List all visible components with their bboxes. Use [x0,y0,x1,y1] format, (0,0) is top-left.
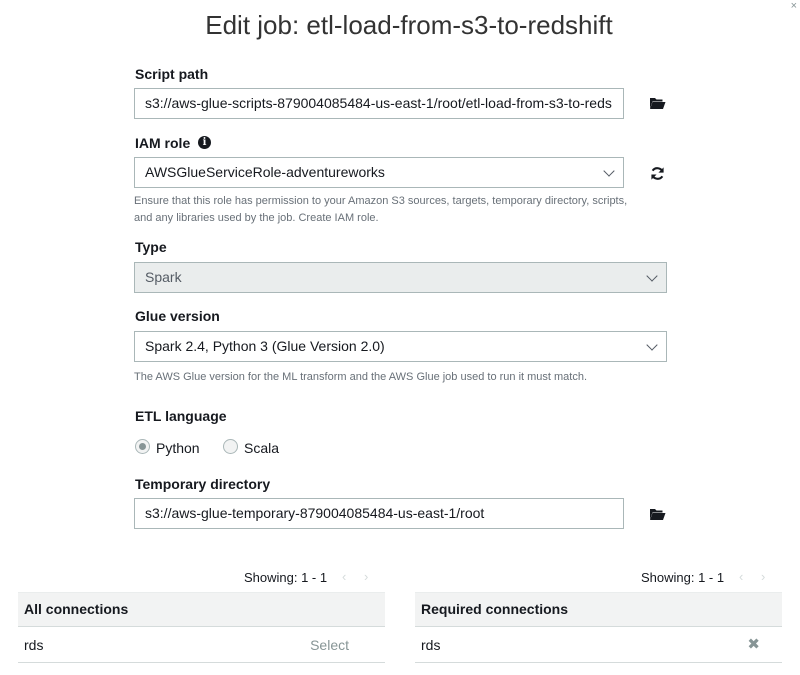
type-label: Type [135,239,167,255]
python-radio-label[interactable]: Python [156,440,200,456]
temporary-directory-label: Temporary directory [135,476,271,492]
info-icon[interactable]: i [198,136,211,149]
glue-version-label: Glue version [135,308,220,324]
glue-version-select[interactable]: Spark 2.4, Python 3 (Glue Version 2.0) [134,331,667,362]
etl-language-label: ETL language [135,408,227,424]
table-row: rds Select [18,627,385,663]
iam-role-label: IAM role [135,135,191,151]
folder-open-icon[interactable] [648,505,666,523]
scala-radio-label[interactable]: Scala [244,440,279,456]
page-title: Edit job: etl-load-from-s3-to-redshift [205,10,613,40]
all-connections-showing: Showing: 1 - 1 [244,570,328,585]
chevron-down-icon [646,270,658,282]
chevron-left-icon[interactable]: ‹ [739,569,743,584]
python-radio[interactable] [135,439,150,454]
select-connection-button[interactable]: Select [310,627,349,663]
iam-role-select[interactable]: AWSGlueServiceRole-adventureworks [134,157,624,188]
glue-version-help: The AWS Glue version for the ML transfor… [134,371,588,383]
iam-role-help: Ensure that this role has permission to … [134,195,628,224]
refresh-icon[interactable] [648,164,666,182]
remove-icon[interactable]: ✖ [747,627,760,663]
all-connections-header: All connections [18,592,385,627]
type-select: Spark [134,262,667,293]
connection-name: rds [421,637,441,653]
temporary-directory-input[interactable]: s3://aws-glue-temporary-879004085484-us-… [134,498,624,529]
iam-role-selected: AWSGlueServiceRole-adventureworks [145,164,385,180]
chevron-left-icon[interactable]: ‹ [342,569,346,584]
chevron-right-icon[interactable]: › [364,569,368,584]
chevron-down-icon [603,165,615,177]
connection-name: rds [24,637,44,653]
glue-version-selected: Spark 2.4, Python 3 (Glue Version 2.0) [145,338,385,354]
table-row: rds ✖ [415,627,782,663]
chevron-down-icon [646,339,658,351]
script-path-label: Script path [135,66,209,82]
script-path-input[interactable]: s3://aws-glue-scripts-879004085484-us-ea… [134,88,624,119]
chevron-right-icon[interactable]: › [761,569,765,584]
scala-radio[interactable] [223,439,238,454]
type-selected: Spark [145,269,182,285]
required-connections-header: Required connections [415,592,782,627]
folder-open-icon[interactable] [648,94,666,112]
required-connections-showing: Showing: 1 - 1 [641,570,725,585]
